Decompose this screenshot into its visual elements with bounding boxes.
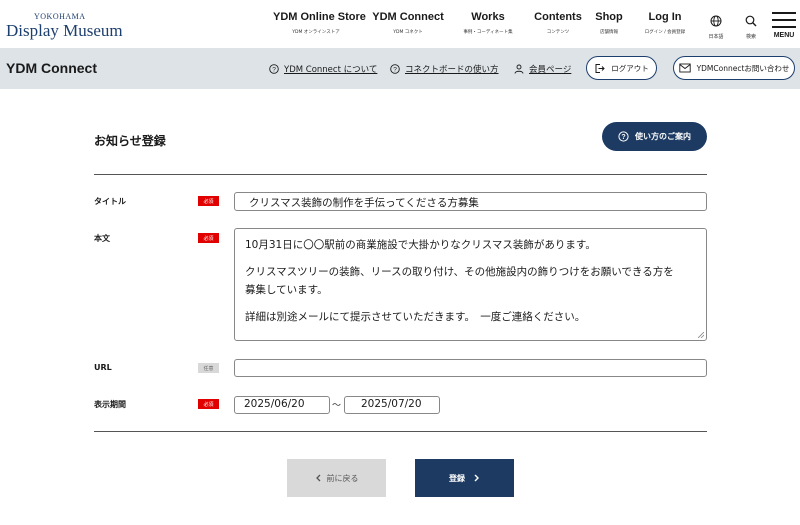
- period-end-input[interactable]: 2025/07/20: [344, 396, 440, 414]
- svg-text:?: ?: [393, 66, 397, 73]
- back-button-label: 前に戻る: [326, 473, 359, 483]
- user-icon: [514, 64, 524, 74]
- body-label: 本文: [94, 234, 110, 243]
- body-line: 募集しています。: [245, 284, 328, 296]
- svg-text:?: ?: [272, 66, 276, 73]
- svg-text:?: ?: [621, 134, 625, 141]
- submit-button[interactable]: 登録: [415, 459, 514, 497]
- chevron-left-icon: [315, 474, 320, 482]
- contact-label: YDMConnectお問い合わせ: [696, 63, 790, 73]
- hamburger-bar: [772, 12, 796, 14]
- body-line: 10月31日に〇〇駅前の商業施設で大掛かりなクリスマス装飾があります。: [245, 239, 596, 251]
- link-board-howto-label: コネクトボードの使い方: [405, 65, 499, 75]
- logo-main-text: Display Museum: [6, 21, 123, 40]
- body-line: クリスマスツリーの装飾、リースの取り付け、その他施設内の飾りつけをお願いできる方…: [245, 266, 674, 278]
- usage-guide-label: 使い方のご案内: [635, 132, 691, 141]
- page-title: お知らせ登録: [94, 134, 166, 148]
- search-icon: [745, 15, 757, 27]
- nav-shop[interactable]: Shop 店舗情報: [592, 11, 626, 41]
- title-input-value: クリスマス装飾の制作を手伝ってくださる方募集: [249, 197, 479, 209]
- resize-handle-icon[interactable]: [698, 332, 704, 338]
- submit-button-label: 登録: [449, 473, 465, 483]
- menu-label: MENU: [773, 32, 795, 39]
- title-label: タイトル: [94, 197, 126, 206]
- title-input[interactable]: クリスマス装飾の制作を手伝ってくださる方募集: [234, 192, 707, 211]
- nav-online-store-label: YDM Online Store: [273, 11, 366, 23]
- search-button[interactable]: 検索: [740, 12, 762, 40]
- nav-works-label: Works: [471, 11, 505, 23]
- hamburger-bar: [772, 26, 796, 28]
- period-start-input[interactable]: 2025/06/20: [234, 396, 330, 414]
- nav-ydm-connect[interactable]: YDM Connect YDM コネクト: [372, 11, 444, 41]
- search-label: 検索: [745, 34, 756, 40]
- nav-ydm-connect-label: YDM Connect: [372, 11, 444, 23]
- logout-label: ログアウト: [611, 63, 649, 73]
- link-about-connect-label: YDM Connect について: [284, 65, 378, 75]
- logout-button[interactable]: ログアウト: [586, 56, 657, 80]
- language-label: 日本語: [708, 34, 724, 40]
- hamburger-bar: [772, 19, 796, 21]
- help-circle-icon: ?: [269, 64, 279, 74]
- url-input[interactable]: [234, 359, 707, 377]
- optional-badge: 任意: [198, 363, 219, 373]
- nav-login-sub: ログイン / 会員登録: [644, 30, 686, 35]
- link-board-howto[interactable]: ? コネクトボードの使い方: [390, 63, 499, 75]
- period-separator: ～: [332, 401, 342, 411]
- url-label: URL: [94, 363, 112, 372]
- nav-works[interactable]: Works 事例・コーディネート集: [458, 11, 518, 41]
- required-badge: 必須: [198, 399, 219, 409]
- connect-subbar: YDM Connect ? YDM Connect について ? コネクトボード…: [0, 48, 800, 89]
- period-start-value: 2025/06/20: [244, 398, 305, 410]
- nav-login-label: Log In: [648, 11, 682, 23]
- body-line: 詳細は別途メールにて提示させていただきます。 一度ご連絡ください。: [245, 311, 586, 323]
- divider-top: [94, 174, 707, 175]
- required-badge: 必須: [198, 196, 219, 206]
- language-button[interactable]: 日本語: [704, 12, 728, 40]
- back-button[interactable]: 前に戻る: [287, 459, 386, 497]
- logo-small-text: YOKOHAMA: [34, 12, 86, 21]
- required-badge: 必須: [198, 233, 219, 243]
- section-title: YDM Connect: [6, 60, 97, 76]
- link-member-page[interactable]: 会員ページ: [514, 63, 571, 75]
- nav-online-store-sub: YDM オンラインストア: [292, 30, 340, 35]
- nav-contents-sub: コンテンツ: [546, 30, 570, 35]
- body-textarea[interactable]: 10月31日に〇〇駅前の商業施設で大掛かりなクリスマス装飾があります。 クリスマ…: [234, 228, 707, 341]
- divider-bottom: [94, 431, 707, 432]
- nav-ydm-connect-sub: YDM コネクト: [393, 30, 423, 35]
- display-period-label: 表示期間: [94, 400, 126, 409]
- nav-login[interactable]: Log In ログイン / 会員登録: [642, 11, 688, 41]
- nav-online-store[interactable]: YDM Online Store YDM オンラインストア: [273, 11, 366, 41]
- nav-contents[interactable]: Contents コンテンツ: [533, 11, 583, 41]
- nav-contents-label: Contents: [534, 11, 582, 23]
- usage-guide-button[interactable]: ? 使い方のご案内: [602, 122, 707, 151]
- nav-works-sub: 事例・コーディネート集: [463, 30, 513, 35]
- contact-button[interactable]: YDMConnectお問い合わせ: [673, 56, 795, 80]
- help-circle-icon: ?: [390, 64, 400, 74]
- link-member-page-label: 会員ページ: [529, 65, 572, 75]
- nav-shop-sub: 店舗情報: [600, 30, 618, 35]
- period-end-value: 2025/07/20: [361, 398, 422, 410]
- mail-icon: [678, 63, 691, 73]
- menu-button[interactable]: MENU: [769, 12, 799, 39]
- nav-shop-label: Shop: [595, 11, 623, 23]
- chevron-right-icon: [474, 474, 479, 482]
- logout-icon: [595, 63, 605, 73]
- link-about-connect[interactable]: ? YDM Connect について: [269, 63, 377, 75]
- globe-icon: [710, 15, 722, 27]
- help-circle-icon: ?: [618, 131, 629, 142]
- site-header: YOKOHAMA Display Museum YDM Online Store…: [0, 0, 800, 48]
